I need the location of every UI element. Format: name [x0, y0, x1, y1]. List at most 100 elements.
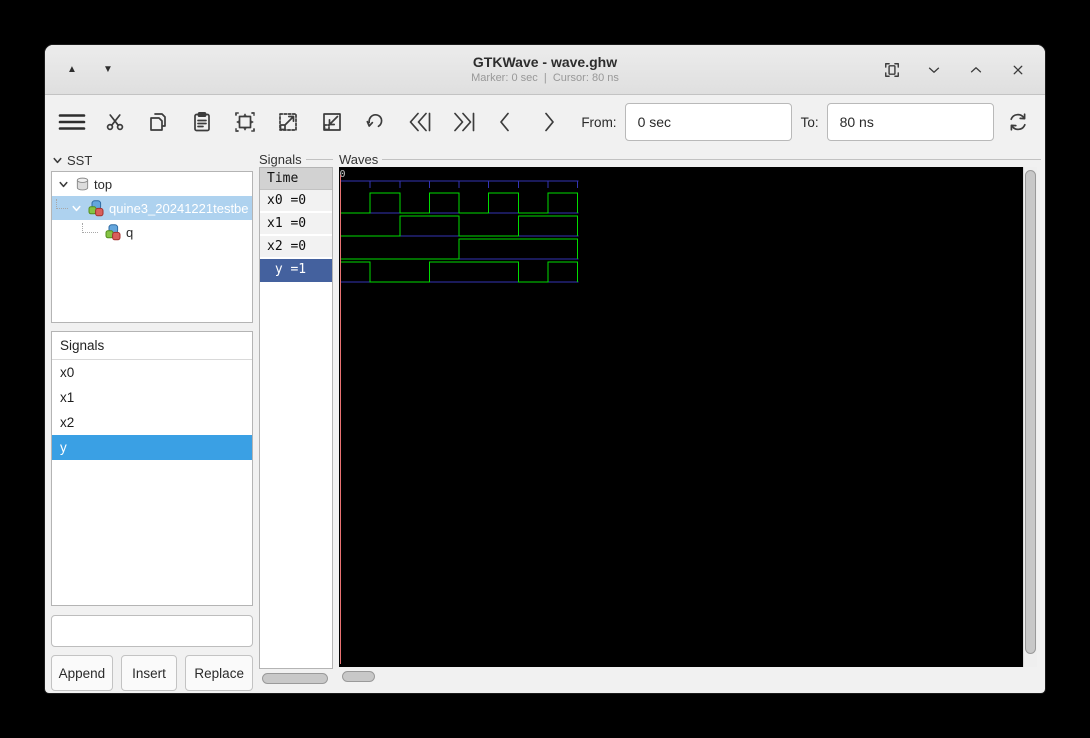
- frame-line: [382, 159, 1041, 160]
- waves-horizontal-scrollbar: [339, 671, 1023, 683]
- chevron-down-icon: [925, 61, 943, 79]
- waves-vertical-scrollbar: [1023, 167, 1037, 667]
- go-to-end-button[interactable]: [445, 105, 478, 139]
- fullscreen-button[interactable]: [879, 57, 905, 83]
- signal-filter-input[interactable]: [66, 623, 246, 640]
- main-content: SST top: [45, 149, 1045, 694]
- sst-label: SST: [67, 153, 92, 168]
- expander-chevron-icon: [57, 178, 70, 191]
- signals-list-header: Signals: [52, 332, 252, 360]
- titlebar: ▲ ▼ GTKWave - wave.ghw Marker: 0 sec | C…: [45, 45, 1045, 95]
- waveform-canvas[interactable]: 0: [339, 167, 1023, 667]
- tree-item-label: q: [126, 225, 133, 240]
- reload-button[interactable]: [1002, 105, 1035, 139]
- paste-button[interactable]: [185, 105, 218, 139]
- zoom-in-icon: [275, 109, 301, 135]
- scrollbar-thumb[interactable]: [1025, 170, 1036, 654]
- gtkwave-window: ▲ ▼ GTKWave - wave.ghw Marker: 0 sec | C…: [44, 44, 1046, 694]
- tree-item-q[interactable]: q: [52, 220, 252, 244]
- chevron-right-icon: [537, 109, 561, 135]
- zoom-out-icon: [319, 109, 345, 135]
- step-back-button[interactable]: [489, 105, 522, 139]
- triangle-up-icon: ▲: [67, 64, 77, 75]
- time-column-header: Time: [260, 168, 332, 190]
- chevron-up-icon: [967, 61, 985, 79]
- zoom-out-button[interactable]: [315, 105, 348, 139]
- tree-item-testbench[interactable]: quine3_20241221testbe: [52, 196, 252, 220]
- signal-filter-box: [51, 615, 253, 647]
- cut-button[interactable]: [98, 105, 131, 139]
- hierarchy-tree: top quine3_20241221testbe: [51, 171, 253, 323]
- triangle-down-icon: ▼: [103, 64, 113, 75]
- signal-item-x0[interactable]: x0: [52, 360, 252, 385]
- tree-item-label: top: [94, 177, 112, 192]
- signal-item-x2[interactable]: x2: [52, 410, 252, 435]
- signal-values-panel: Signals Time x0 =0 x1 =0 x2 =0 y =1: [259, 151, 333, 685]
- to-input[interactable]: [827, 103, 994, 141]
- toolbar: From: To:: [45, 95, 1045, 149]
- minimize-button[interactable]: [921, 57, 947, 83]
- database-cylinder-icon: [75, 176, 90, 192]
- undo-icon: [363, 110, 387, 134]
- titlebar-left-controls: ▲ ▼: [59, 57, 121, 83]
- zoom-fit-button[interactable]: [228, 105, 261, 139]
- signals-list: Signals x0 x1 x2 y: [51, 331, 253, 606]
- action-buttons: Append Insert Replace: [51, 655, 253, 691]
- cut-icon: [103, 110, 127, 134]
- zoom-in-button[interactable]: [272, 105, 305, 139]
- copy-icon: [146, 110, 170, 134]
- waveform-plot: 0: [339, 167, 1023, 667]
- fullscreen-icon: [882, 60, 902, 80]
- shift-up-button[interactable]: ▲: [59, 57, 85, 83]
- module-cubes-icon: [88, 200, 105, 217]
- go-to-start-button[interactable]: [402, 105, 435, 139]
- chevron-left-icon: [493, 109, 517, 135]
- skip-to-end-icon: [448, 109, 476, 135]
- step-forward-button[interactable]: [532, 105, 565, 139]
- skip-to-start-icon: [405, 109, 433, 135]
- signal-item-x1[interactable]: x1: [52, 385, 252, 410]
- replace-button[interactable]: Replace: [185, 655, 253, 691]
- tree-item-top[interactable]: top: [52, 172, 252, 196]
- append-button[interactable]: Append: [51, 655, 113, 691]
- value-row-x1[interactable]: x1 =0: [260, 213, 332, 236]
- close-button[interactable]: [1005, 57, 1031, 83]
- reload-icon: [1005, 109, 1031, 135]
- scrollbar-thumb[interactable]: [262, 673, 328, 684]
- undo-button[interactable]: [359, 105, 392, 139]
- module-cubes-icon: [105, 224, 122, 241]
- shift-down-button[interactable]: ▼: [95, 57, 121, 83]
- paste-icon: [190, 110, 214, 134]
- close-icon: [1009, 61, 1027, 79]
- window-controls: [879, 57, 1031, 83]
- values-frame-label: Signals: [259, 151, 333, 167]
- waves-panel: Waves 0: [339, 151, 1041, 683]
- value-row-x2[interactable]: x2 =0: [260, 236, 332, 259]
- tree-connector: [56, 199, 68, 209]
- tree-item-label: quine3_20241221testbe: [109, 201, 249, 216]
- frame-line: [306, 159, 333, 160]
- sst-panel: SST top: [51, 149, 253, 691]
- zoom-fit-icon: [232, 109, 258, 135]
- value-row-y[interactable]: y =1: [260, 259, 332, 282]
- values-list: Time x0 =0 x1 =0 x2 =0 y =1: [259, 167, 333, 669]
- expander-chevron-icon: [51, 154, 64, 167]
- values-frame-label-text: Signals: [259, 152, 302, 167]
- to-label: To:: [801, 115, 819, 130]
- sst-expander[interactable]: SST: [51, 149, 253, 171]
- values-horizontal-scrollbar: [259, 673, 333, 685]
- signal-item-y[interactable]: y: [52, 435, 252, 460]
- copy-button[interactable]: [142, 105, 175, 139]
- from-label: From:: [581, 115, 616, 130]
- menu-button[interactable]: [55, 105, 88, 139]
- insert-button[interactable]: Insert: [121, 655, 178, 691]
- desktop-background: ▲ ▼ GTKWave - wave.ghw Marker: 0 sec | C…: [0, 0, 1090, 738]
- hamburger-menu-icon: [58, 110, 86, 134]
- value-row-x0[interactable]: x0 =0: [260, 190, 332, 213]
- expander-chevron-icon: [70, 202, 83, 215]
- maximize-button[interactable]: [963, 57, 989, 83]
- tree-connector: [82, 223, 98, 233]
- scrollbar-thumb[interactable]: [342, 671, 375, 682]
- waves-frame-label: Waves: [339, 151, 1041, 167]
- from-input[interactable]: [625, 103, 792, 141]
